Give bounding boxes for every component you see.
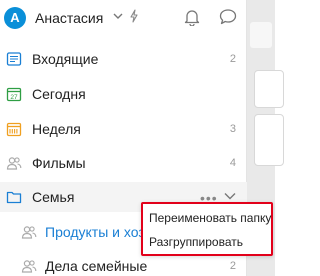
toolbar-button[interactable] <box>250 22 272 48</box>
task-card[interactable] <box>254 70 284 108</box>
item-count: 2 <box>229 260 236 272</box>
sidebar-item-label: Дела семейные <box>45 258 148 274</box>
sidebar-header: A Анастасия <box>0 0 247 36</box>
shared-people-icon <box>6 157 22 170</box>
sidebar-item-inbox[interactable]: Входящие 2 <box>0 44 247 74</box>
sidebar-item-week[interactable]: Неделя 3 <box>0 114 247 144</box>
item-count: 2 <box>229 53 236 65</box>
chat-bubble-icon[interactable] <box>219 8 237 26</box>
calendar-today-icon: 27 <box>6 87 22 102</box>
shared-people-icon <box>21 260 37 273</box>
folder-context-menu: Переименовать папку Разгруппировать <box>141 202 273 256</box>
sidebar-item-label: Продукты и хоз <box>45 224 145 240</box>
sidebar-item-label: Неделя <box>32 121 81 137</box>
sidebar-item-label: Сегодня <box>32 86 86 102</box>
sidebar-item-films[interactable]: Фильмы 4 <box>0 148 247 178</box>
lightning-icon[interactable] <box>129 9 139 23</box>
menu-item-ungroup[interactable]: Разгруппировать <box>149 235 243 249</box>
svg-text:27: 27 <box>10 94 18 101</box>
shared-people-icon <box>21 226 37 239</box>
chevron-down-icon[interactable] <box>224 191 236 201</box>
sidebar-item-label: Фильмы <box>32 155 86 171</box>
menu-item-rename-folder[interactable]: Переименовать папку <box>149 211 271 225</box>
sidebar-item-today[interactable]: 27 Сегодня <box>0 79 247 109</box>
sidebar-item-label: Входящие <box>32 51 99 67</box>
item-count: 3 <box>229 123 236 135</box>
user-name[interactable]: Анастасия <box>35 10 103 26</box>
chevron-down-icon[interactable] <box>113 11 123 21</box>
task-card[interactable] <box>254 114 284 166</box>
inbox-icon <box>6 52 22 66</box>
item-count: 4 <box>229 157 236 169</box>
folder-icon <box>6 191 22 204</box>
sidebar-item-label: Семья <box>32 189 75 205</box>
avatar[interactable]: A <box>4 7 26 29</box>
calendar-week-icon <box>6 122 22 137</box>
bell-icon[interactable] <box>184 8 200 26</box>
